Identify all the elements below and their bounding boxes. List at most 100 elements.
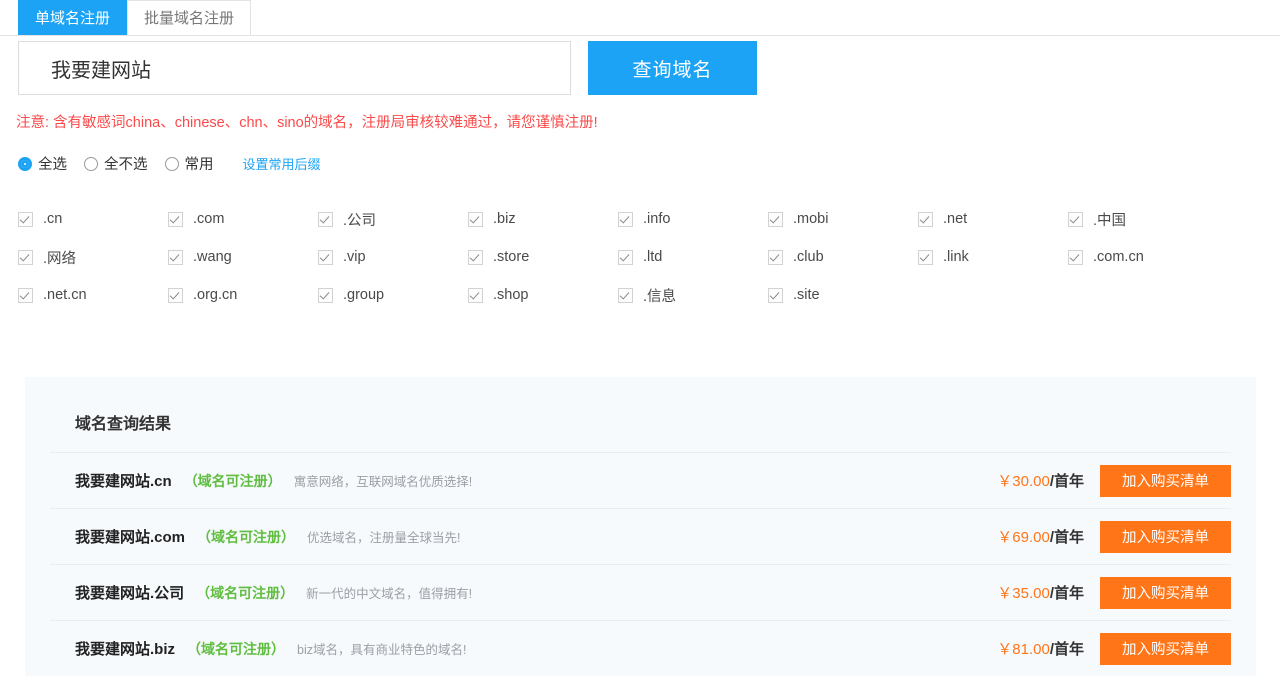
domain-search-input[interactable] xyxy=(18,41,571,95)
checkbox-icon xyxy=(618,288,633,303)
checkbox-icon xyxy=(1068,212,1083,227)
status-badge: （域名可注册） xyxy=(184,471,282,491)
suffix-checkbox-link[interactable]: .link xyxy=(918,245,1068,269)
tab-batch-domain-label: 批量域名注册 xyxy=(144,10,234,27)
domain-description: 寓意网络，互联网域名优质选择! xyxy=(294,471,472,490)
domain-description: 优选域名，注册量全球当先! xyxy=(307,527,460,546)
domain-name: 我要建网站.com xyxy=(75,526,185,547)
suffix-checkbox-cn[interactable]: .cn xyxy=(18,207,168,231)
checkbox-icon xyxy=(618,250,633,265)
suffix-checkbox-info[interactable]: .info xyxy=(618,207,768,231)
suffix-checkbox-net[interactable]: .net xyxy=(918,207,1068,231)
price-unit: /首年 xyxy=(1050,529,1084,546)
checkbox-icon xyxy=(618,212,633,227)
suffix-checkbox-vip[interactable]: .vip xyxy=(318,245,468,269)
price-unit: /首年 xyxy=(1050,473,1084,490)
checkbox-icon xyxy=(1068,250,1083,265)
status-badge: （域名可注册） xyxy=(196,583,294,603)
checkbox-icon xyxy=(768,212,783,227)
radio-deselect-all[interactable]: 全不选 xyxy=(84,153,148,174)
suffix-checkbox-ltd[interactable]: .ltd xyxy=(618,245,768,269)
suffix-label: .org.cn xyxy=(193,287,237,303)
table-row: 我要建网站.com （域名可注册） 优选域名，注册量全球当先! ￥69.00/首… xyxy=(50,508,1231,564)
tab-batch-domain[interactable]: 批量域名注册 xyxy=(127,0,251,35)
suffix-checkbox-group[interactable]: .group xyxy=(318,283,468,307)
suffix-label: .wang xyxy=(193,249,232,265)
radio-deselect-all-mark xyxy=(84,157,98,171)
suffix-checkbox-wang[interactable]: .wang xyxy=(168,245,318,269)
suffix-label: .club xyxy=(793,249,824,265)
suffix-checkbox-zhongguo[interactable]: .中国 xyxy=(1068,207,1218,231)
checkbox-icon xyxy=(318,288,333,303)
add-to-cart-button[interactable]: 加入购买清单 xyxy=(1100,633,1231,665)
add-to-cart-button[interactable]: 加入购买清单 xyxy=(1100,577,1231,609)
radio-select-all[interactable]: 全选 xyxy=(18,153,67,174)
suffix-checkbox-gongsi[interactable]: .公司 xyxy=(318,207,468,231)
radio-common-label: 常用 xyxy=(185,153,214,174)
domain-name: 我要建网站.cn xyxy=(75,470,172,491)
price-amount: ￥81.00 xyxy=(997,641,1050,658)
suffix-label: .shop xyxy=(493,287,528,303)
checkbox-icon xyxy=(168,288,183,303)
suffix-checkbox-org-cn[interactable]: .org.cn xyxy=(168,283,318,307)
suffix-label: .ltd xyxy=(643,249,662,265)
domain-description: biz域名，具有商业特色的域名! xyxy=(297,639,466,658)
suffix-label: .net.cn xyxy=(43,287,87,303)
status-badge: （域名可注册） xyxy=(187,639,285,659)
selection-controls: 全选 全不选 常用 设置常用后缀 xyxy=(18,153,1280,174)
radio-common-mark xyxy=(165,157,179,171)
tab-single-domain[interactable]: 单域名注册 xyxy=(18,0,127,35)
domain-price: ￥69.00/首年 xyxy=(997,526,1084,547)
checkbox-icon xyxy=(168,212,183,227)
suffix-label: .group xyxy=(343,287,384,303)
domain-price: ￥30.00/首年 xyxy=(997,470,1084,491)
domain-price: ￥35.00/首年 xyxy=(997,582,1084,603)
suffix-checkbox-xinxi[interactable]: .信息 xyxy=(618,283,768,307)
suffix-checkbox-com-cn[interactable]: .com.cn xyxy=(1068,245,1218,269)
suffix-label: .vip xyxy=(343,249,366,265)
configure-common-suffix-link[interactable]: 设置常用后缀 xyxy=(243,154,321,173)
suffix-checkbox-net-cn[interactable]: .net.cn xyxy=(18,283,168,307)
checkbox-icon xyxy=(18,288,33,303)
suffix-checkbox-com[interactable]: .com xyxy=(168,207,318,231)
suffix-label: .信息 xyxy=(643,285,676,306)
radio-select-all-label: 全选 xyxy=(38,153,67,174)
suffix-checkbox-site[interactable]: .site xyxy=(768,283,918,307)
checkbox-icon xyxy=(468,250,483,265)
suffix-checkbox-grid: .cn .com .公司 .biz .info .mobi .net .中国 .… xyxy=(18,207,1258,307)
suffix-label: .com xyxy=(193,211,224,227)
table-row: 我要建网站.cn （域名可注册） 寓意网络，互联网域名优质选择! ￥30.00/… xyxy=(50,452,1231,508)
search-domain-button[interactable]: 查询域名 xyxy=(588,41,757,95)
suffix-label: .biz xyxy=(493,211,516,227)
suffix-label: .中国 xyxy=(1093,209,1126,230)
suffix-checkbox-wangluo[interactable]: .网络 xyxy=(18,245,168,269)
domain-description: 新一代的中文域名，值得拥有! xyxy=(306,583,472,602)
checkbox-icon xyxy=(768,288,783,303)
tab-bar: 单域名注册 批量域名注册 xyxy=(0,0,1280,36)
search-row: 查询域名 xyxy=(18,41,1249,97)
suffix-label: .com.cn xyxy=(1093,249,1144,265)
suffix-checkbox-store[interactable]: .store xyxy=(468,245,618,269)
price-amount: ￥35.00 xyxy=(997,585,1050,602)
add-to-cart-button[interactable]: 加入购买清单 xyxy=(1100,465,1231,497)
suffix-label: .公司 xyxy=(343,209,376,230)
domain-results-panel: 域名查询结果 我要建网站.cn （域名可注册） 寓意网络，互联网域名优质选择! … xyxy=(25,377,1256,676)
radio-common[interactable]: 常用 xyxy=(165,153,214,174)
suffix-checkbox-mobi[interactable]: .mobi xyxy=(768,207,918,231)
status-badge: （域名可注册） xyxy=(197,527,295,547)
suffix-label: .info xyxy=(643,211,670,227)
checkbox-icon xyxy=(318,212,333,227)
domain-name: 我要建网站.biz xyxy=(75,638,175,659)
add-to-cart-button[interactable]: 加入购买清单 xyxy=(1100,521,1231,553)
suffix-checkbox-shop[interactable]: .shop xyxy=(468,283,618,307)
checkbox-icon xyxy=(918,250,933,265)
checkbox-icon xyxy=(168,250,183,265)
checkbox-icon xyxy=(318,250,333,265)
radio-deselect-all-label: 全不选 xyxy=(104,153,148,174)
table-row: 我要建网站.biz （域名可注册） biz域名，具有商业特色的域名! ￥81.0… xyxy=(50,620,1231,676)
sensitive-word-warning: 注意: 含有敏感词china、chinese、chn、sino的域名，注册局审核… xyxy=(16,113,1280,133)
checkbox-icon xyxy=(918,212,933,227)
suffix-checkbox-club[interactable]: .club xyxy=(768,245,918,269)
suffix-checkbox-biz[interactable]: .biz xyxy=(468,207,618,231)
suffix-label: .link xyxy=(943,249,969,265)
